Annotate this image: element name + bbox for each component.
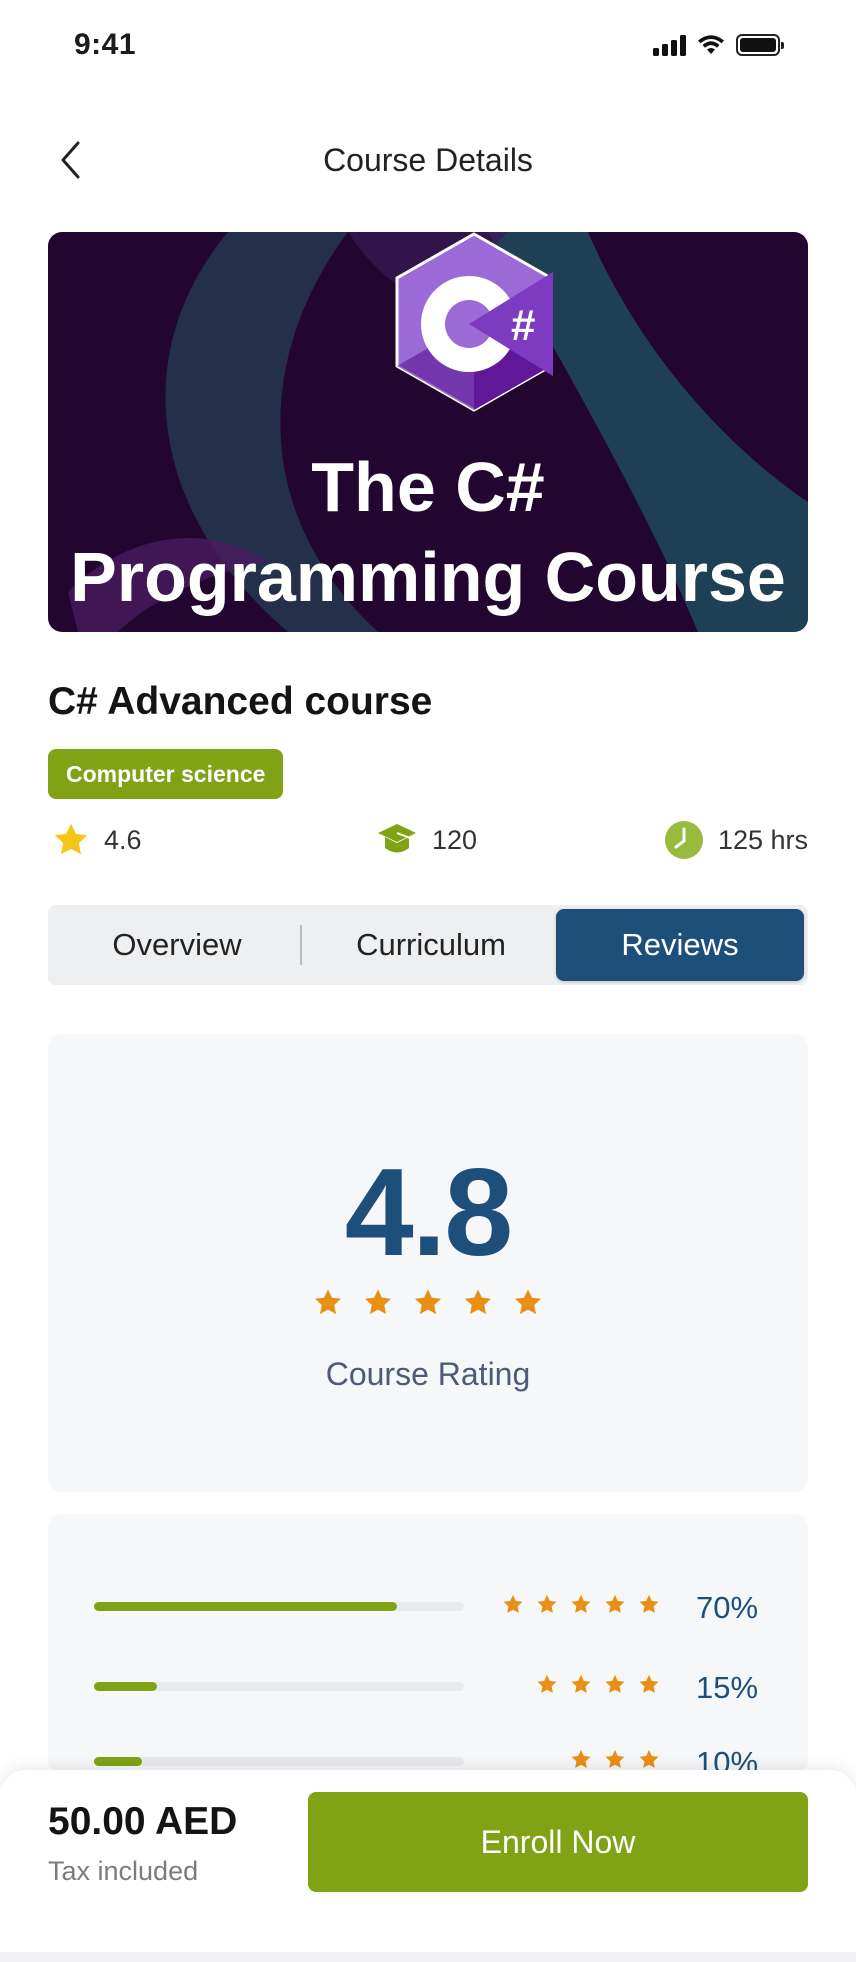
purchase-bar: 50.00 AED Tax included Enroll Now [0,1770,856,1962]
breakdown-row-3: 10% [48,1737,808,1774]
star-icon [365,1289,391,1314]
star-icon [465,1289,491,1314]
progress-track [94,1757,464,1766]
breakdown-percent: 15% [696,1670,759,1705]
star-icon [639,1749,659,1768]
tax-note: Tax included [48,1856,199,1886]
stat-students: 120 [376,812,477,868]
progress-fill [94,1682,157,1691]
breakdown-row-5: 70% [48,1582,808,1632]
page-title: Course Details [323,142,533,178]
star-icon [639,1594,659,1613]
csharp-logo-icon: # [395,232,553,412]
course-stats: 4.6 120 125 hrs [48,812,808,868]
battery-icon [736,34,784,56]
wifi-icon [698,35,724,54]
banner-title-line1: The C# [311,448,545,526]
students-count: 120 [432,824,478,855]
graduation-cap-icon [378,824,416,853]
star-icon [54,823,88,855]
clock-icon [664,821,703,859]
rating-label: Course Rating [325,1356,531,1392]
category-badge: Computer science [48,749,284,799]
tab-reviews[interactable]: Reviews [556,909,804,981]
home-indicator-area [0,1952,856,1962]
star-icon [415,1289,441,1314]
star-icon [571,1594,591,1613]
banner-title-line2: Programming Course [70,538,786,616]
star-icon [605,1749,625,1768]
star-icon [503,1594,523,1613]
star-icon [571,1749,591,1768]
course-title: C# Advanced course [48,680,433,723]
average-rating: 4.8 [344,1144,513,1282]
breakdown-stars [570,1749,660,1770]
star-icon [315,1289,341,1314]
progress-fill [94,1757,143,1766]
star-icon [605,1594,625,1613]
breakdown-stars [502,1594,660,1615]
star-icon [605,1674,625,1693]
breakdown-row-4: 15% [48,1662,808,1712]
course-price: 50.00 AED [48,1800,238,1843]
breakdown-stars [536,1674,660,1695]
rating-stars [48,1288,808,1317]
course-banner: # The C# Programming Course [48,232,808,632]
tab-overview[interactable]: Overview [52,909,302,981]
star-icon [571,1674,591,1693]
status-bar: 9:41 [0,0,856,94]
star-icon [537,1594,557,1613]
signal-icon [653,34,686,56]
rating-value: 4.6 [104,824,142,855]
tab-curriculum[interactable]: Curriculum [306,909,556,981]
rating-breakdown-card: 70% 15% 10% [48,1514,808,1774]
header: Course Details [0,124,856,196]
star-icon [537,1674,557,1693]
logo-hash: # [511,301,535,350]
rating-summary-card: 4.8 Course Rating [48,1034,808,1492]
status-icons [653,32,784,58]
duration-value: 125 hrs [717,824,808,855]
status-time: 9:41 [74,28,137,61]
progress-track [94,1682,464,1691]
stat-duration: 125 hrs [664,812,808,868]
breakdown-percent: 70% [696,1590,759,1625]
course-tabs: Overview Curriculum Reviews [48,905,808,985]
stat-rating: 4.6 [52,812,142,868]
tab-divider [300,925,302,965]
enroll-button[interactable]: Enroll Now [308,1792,808,1892]
progress-fill [94,1602,398,1611]
star-icon [639,1674,659,1693]
star-icon [515,1289,541,1314]
progress-track [94,1602,464,1611]
